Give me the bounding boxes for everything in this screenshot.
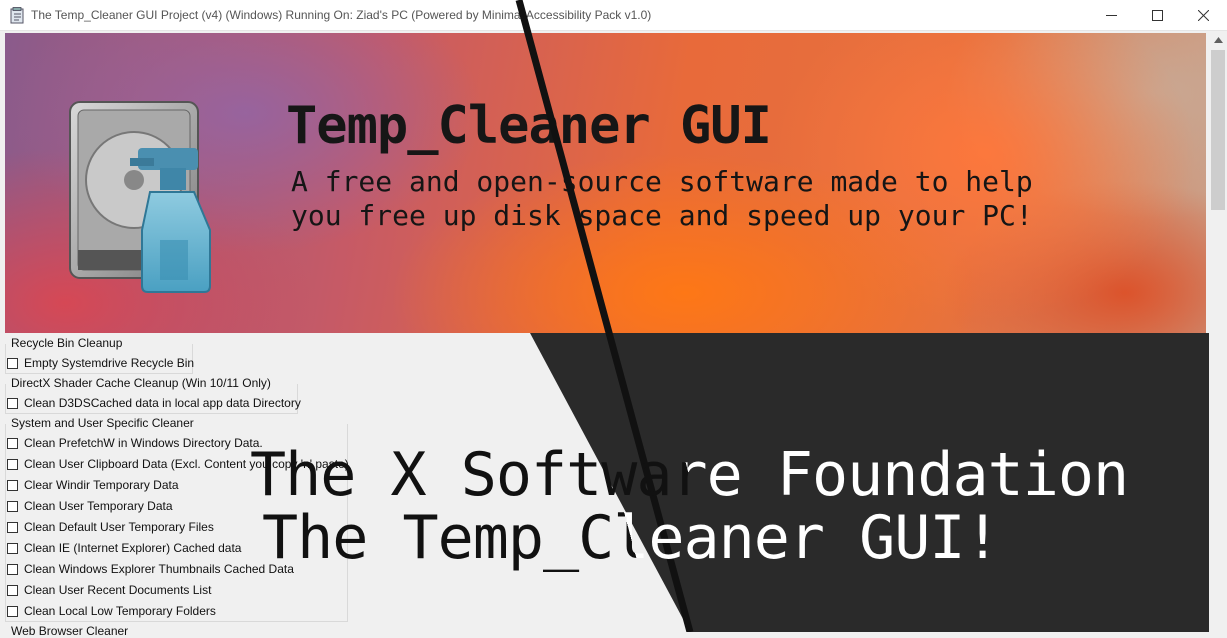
scroll-thumb[interactable] bbox=[1211, 50, 1225, 210]
overlay-line-2: The Temp_Cleaner GUI! bbox=[262, 503, 1001, 573]
scroll-up-button[interactable] bbox=[1209, 33, 1227, 50]
chevron-up-icon bbox=[1213, 37, 1223, 43]
vertical-scrollbar[interactable] bbox=[1209, 33, 1227, 632]
overlay-line-1: The X Software Foundation bbox=[250, 440, 1129, 510]
